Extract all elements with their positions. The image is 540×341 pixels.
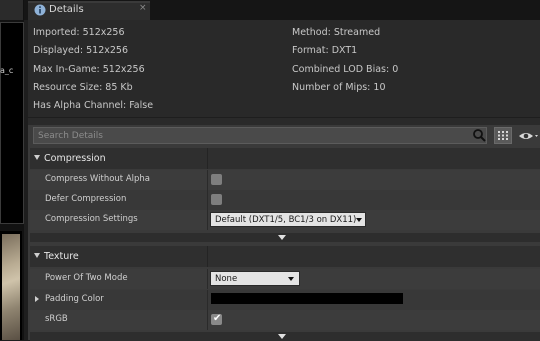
power-of-two-mode-label: Power Of Two Mode — [45, 273, 128, 283]
compression-advanced-expander[interactable] — [30, 233, 540, 242]
chevron-down-icon — [356, 218, 362, 222]
property-row-defer-compression: Defer Compression — [30, 190, 540, 210]
checkmark-icon: ✔ — [213, 313, 222, 324]
category-compression[interactable]: Compression — [30, 148, 540, 169]
power-of-two-value: None — [215, 274, 238, 284]
column-divider — [207, 310, 208, 330]
compression-settings-value: Default (DXT1/5, BC1/3 on DX11) — [215, 215, 357, 225]
close-icon[interactable]: × — [139, 3, 147, 13]
defer-compression-label: Defer Compression — [45, 194, 127, 204]
texture-info-panel: Imported: 512x256 Displayed: 512x256 Max… — [28, 20, 540, 117]
chevron-down-icon — [288, 277, 294, 281]
grid-icon — [498, 131, 508, 140]
texture-thumbnail — [2, 234, 20, 340]
info-method: Method: Streamed — [292, 27, 381, 38]
tab-details-label: Details — [49, 4, 84, 15]
category-texture[interactable]: Texture — [30, 246, 540, 267]
left-viewport — [0, 22, 24, 224]
property-row-power-of-two: Power Of Two Mode None — [30, 269, 540, 289]
expand-arrow-icon — [278, 334, 286, 339]
column-divider — [207, 210, 208, 230]
property-row-compression-settings: Compression Settings Default (DXT1/5, BC… — [30, 210, 540, 230]
eye-icon[interactable] — [518, 130, 540, 142]
property-row-srgb: sRGB ✔ — [30, 310, 540, 330]
column-divider — [207, 290, 208, 310]
expand-arrow-icon[interactable] — [35, 296, 39, 302]
search-input[interactable] — [38, 129, 458, 142]
search-icon[interactable] — [472, 128, 486, 142]
info-max-in-game: Max In-Game: 512x256 — [33, 64, 145, 75]
compression-settings-dropdown[interactable]: Default (DXT1/5, BC1/3 on DX11) — [210, 212, 366, 227]
info-displayed: Displayed: 512x256 — [33, 45, 128, 56]
property-matrix-button[interactable] — [494, 127, 512, 144]
srgb-checkbox[interactable]: ✔ — [211, 313, 222, 325]
tab-details[interactable] — [28, 1, 150, 20]
info-format: Format: DXT1 — [292, 45, 358, 56]
padding-color-swatch[interactable] — [211, 293, 403, 304]
info-lod-bias: Combined LOD Bias: 0 — [292, 64, 399, 75]
expand-arrow-icon — [278, 235, 286, 240]
left-tab[interactable] — [0, 0, 24, 20]
property-row-compress-without-alpha: Compress Without Alpha — [30, 170, 540, 190]
column-divider — [207, 148, 208, 169]
info-resource-size: Resource Size: 85 Kb — [33, 82, 133, 93]
category-compression-label: Compression — [44, 153, 106, 164]
collapse-arrow-icon[interactable] — [34, 155, 40, 160]
info-imported: Imported: 512x256 — [33, 27, 125, 38]
padding-color-label: Padding Color — [45, 294, 104, 304]
column-divider — [207, 190, 208, 210]
column-divider — [207, 246, 208, 267]
power-of-two-dropdown[interactable]: None — [210, 271, 300, 286]
search-box[interactable] — [33, 127, 487, 144]
category-texture-label: Texture — [44, 251, 79, 262]
property-row-padding-color: Padding Color — [30, 290, 540, 310]
compress-without-alpha-checkbox[interactable] — [211, 174, 222, 185]
compression-settings-label: Compression Settings — [45, 214, 138, 224]
column-divider — [207, 269, 208, 289]
details-icon — [34, 4, 46, 16]
info-has-alpha: Has Alpha Channel: False — [33, 100, 154, 111]
compress-without-alpha-label: Compress Without Alpha — [45, 174, 150, 184]
left-item-label[interactable]: a_c — [0, 66, 22, 75]
column-divider — [207, 170, 208, 190]
defer-compression-checkbox[interactable] — [211, 194, 222, 205]
info-num-mips: Number of Mips: 10 — [292, 82, 386, 93]
srgb-label: sRGB — [45, 314, 68, 324]
collapse-arrow-icon[interactable] — [34, 253, 40, 258]
details-panel-header — [28, 118, 540, 125]
